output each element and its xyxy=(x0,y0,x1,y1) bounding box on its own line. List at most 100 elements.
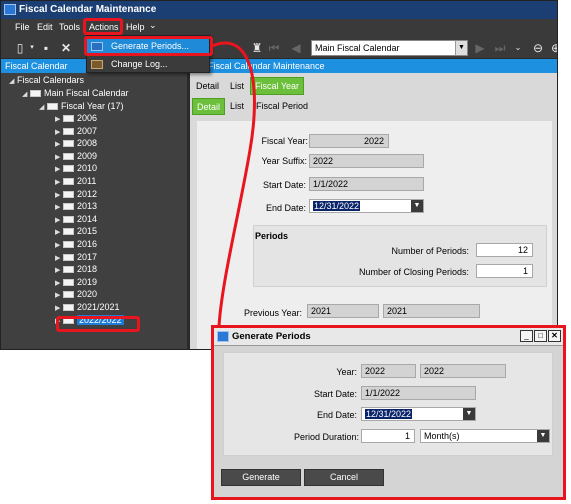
tree-node-year[interactable]: ▶ 2006 xyxy=(55,113,97,123)
number-of-closing-periods-field[interactable]: 1 xyxy=(476,264,533,278)
collapse-icon[interactable]: ◢ xyxy=(22,90,30,98)
number-of-periods-field[interactable]: 12 xyxy=(476,243,533,257)
toolbar: ▯ ▾ ▪ ✕ ♜ ⏮ ◀ Main Fiscal Calendar ▼ ▶ ⏭… xyxy=(1,37,557,59)
expand-icon[interactable]: ▶ xyxy=(55,254,63,262)
expand-icon[interactable]: ▶ xyxy=(55,140,63,148)
folder-icon xyxy=(63,190,74,198)
tab-list-top[interactable]: List xyxy=(226,78,248,94)
fiscal-year-field[interactable]: 2022 xyxy=(309,134,389,148)
tree-node-calendar[interactable]: ◢ Main Fiscal Calendar xyxy=(22,88,129,98)
tree-node-year[interactable]: ▶ 2017 xyxy=(55,252,97,262)
previous-record-icon[interactable]: ◀ xyxy=(289,41,303,55)
tree-node-year[interactable]: ▶ 2019 xyxy=(55,277,97,287)
start-date-field[interactable]: 1/1/2022 xyxy=(309,177,424,191)
collapse-icon[interactable]: ◢ xyxy=(39,103,47,111)
close-icon[interactable]: ✕ xyxy=(548,330,561,342)
dialog-end-date-value: 12/31/2022 xyxy=(365,409,413,419)
expand-icon[interactable]: ▶ xyxy=(55,266,63,274)
dialog-start-date-field[interactable]: 1/1/2022 xyxy=(361,386,476,400)
period-duration-field[interactable]: 1 xyxy=(361,429,415,443)
tab-fiscal-year[interactable]: Fiscal Year xyxy=(250,77,305,95)
expand-icon[interactable]: ▶ xyxy=(55,153,63,161)
tree-node-year[interactable]: ▶ 2011 xyxy=(55,176,96,186)
expand-icon[interactable]: ▶ xyxy=(55,216,63,224)
tree-node-year[interactable]: ▶ 2010 xyxy=(55,163,97,173)
menu-edit[interactable]: Edit xyxy=(37,22,53,32)
folder-icon xyxy=(63,178,74,185)
back-icon[interactable]: ⊖ xyxy=(531,41,545,55)
tab-fiscal-period[interactable]: Fiscal Period xyxy=(252,98,312,114)
expand-icon[interactable]: ▶ xyxy=(55,191,63,199)
expand-icon[interactable]: ▶ xyxy=(55,279,63,287)
menu-help[interactable]: Help xyxy=(126,22,145,32)
forward-icon[interactable]: ⊕ xyxy=(549,41,557,55)
expand-icon[interactable]: ▶ xyxy=(55,291,63,299)
menu-item-change-log[interactable]: Change Log... xyxy=(87,56,209,73)
binoculars-icon[interactable]: ♜ xyxy=(250,41,264,55)
last-record-icon[interactable]: ⏭ xyxy=(493,41,507,55)
tab-detail-top[interactable]: Detail xyxy=(192,78,223,94)
fiscal-calendar-select[interactable]: Main Fiscal Calendar ▼ xyxy=(311,40,468,56)
tree-node-year-label: 2022/2022 xyxy=(77,314,124,325)
cancel-button[interactable]: Cancel xyxy=(304,469,384,486)
previous-year-suffix-field[interactable]: 2021 xyxy=(383,304,480,318)
new-dropdown-icon[interactable]: ▾ xyxy=(25,41,39,55)
tab-list[interactable]: List xyxy=(226,98,248,114)
expand-icon[interactable]: ▶ xyxy=(55,178,63,186)
tree-node-year[interactable]: ▶ 2013 xyxy=(55,201,97,211)
calendar-dropdown-icon[interactable]: ▼ xyxy=(463,408,475,420)
tree-node-year[interactable]: ▶ 2007 xyxy=(55,126,97,136)
next-record-icon[interactable]: ▶ xyxy=(473,41,487,55)
menu-overflow-icon[interactable]: ⌄ xyxy=(149,20,157,31)
previous-year-field[interactable]: 2021 xyxy=(307,304,379,318)
generate-periods-dialog: Generate Periods _ □ ✕ Year: 2022 2022 S… xyxy=(211,325,566,500)
dialog-year-suffix-field[interactable]: 2022 xyxy=(420,364,506,378)
tree-node-year[interactable]: ▶ 2016 xyxy=(55,239,97,249)
tree-node-year[interactable]: ▶ 2021/2021 xyxy=(55,302,120,312)
tree-node-year[interactable]: ▶ 2020 xyxy=(55,289,97,299)
menu-actions[interactable]: Actions xyxy=(89,22,119,32)
tree-node-root[interactable]: ◢ Fiscal Calendars xyxy=(9,75,84,85)
menu-bar: File Edit Tools Actions Help ⌄ xyxy=(1,19,557,37)
folder-icon xyxy=(63,278,74,286)
tree-node-year[interactable]: ▶ 2022/2022 xyxy=(55,314,124,325)
menu-file[interactable]: File xyxy=(15,22,30,32)
minimize-icon[interactable]: _ xyxy=(520,330,533,342)
menu-item-generate-periods[interactable]: Generate Periods... xyxy=(87,38,209,55)
tree-node-year-label: 2009 xyxy=(77,150,98,161)
chevron-down-icon[interactable]: ▼ xyxy=(455,41,467,55)
tree-node-year[interactable]: ▶ 2014 xyxy=(55,214,97,224)
tree-node-fiscal-year-group[interactable]: ◢ Fiscal Year (17) xyxy=(39,101,124,111)
expand-icon[interactable]: ▶ xyxy=(55,115,63,123)
expand-icon[interactable]: ▶ xyxy=(55,317,63,325)
delete-icon[interactable]: ✕ xyxy=(59,41,73,55)
maximize-icon[interactable]: □ xyxy=(534,330,547,342)
expand-icon[interactable]: ▶ xyxy=(55,241,63,249)
period-duration-unit-select[interactable]: Month(s) ▼ xyxy=(420,429,550,443)
dialog-year-field[interactable]: 2022 xyxy=(361,364,416,378)
save-icon[interactable]: ▪ xyxy=(39,41,53,55)
year-suffix-field[interactable]: 2022 xyxy=(309,154,424,168)
tree-node-year[interactable]: ▶ 2008 xyxy=(55,138,97,148)
collapse-icon[interactable]: ◢ xyxy=(9,77,17,85)
folder-icon xyxy=(63,253,74,261)
end-date-field[interactable]: 12/31/2022 ▼ xyxy=(309,199,424,213)
toolbar-overflow-icon[interactable]: ⌄ xyxy=(511,41,525,55)
expand-icon[interactable]: ▶ xyxy=(55,165,63,173)
expand-icon[interactable]: ▶ xyxy=(55,304,63,312)
generate-button[interactable]: Generate xyxy=(221,469,301,486)
expand-icon[interactable]: ▶ xyxy=(55,228,63,236)
chevron-down-icon[interactable]: ▼ xyxy=(537,430,549,442)
expand-icon[interactable]: ▶ xyxy=(55,128,63,136)
first-record-icon[interactable]: ⏮ xyxy=(267,41,281,55)
change-log-icon xyxy=(91,60,103,69)
expand-icon[interactable]: ▶ xyxy=(55,203,63,211)
menu-tools[interactable]: Tools xyxy=(59,22,80,32)
tree-node-year[interactable]: ▶ 2012 xyxy=(55,189,97,199)
tab-detail[interactable]: Detail xyxy=(192,98,226,115)
tree-node-year[interactable]: ▶ 2018 xyxy=(55,264,97,274)
tree-node-year[interactable]: ▶ 2009 xyxy=(55,151,97,161)
calendar-dropdown-icon[interactable]: ▼ xyxy=(411,200,423,212)
dialog-end-date-field[interactable]: 12/31/2022 ▼ xyxy=(361,407,476,421)
tree-node-year[interactable]: ▶ 2015 xyxy=(55,226,97,236)
